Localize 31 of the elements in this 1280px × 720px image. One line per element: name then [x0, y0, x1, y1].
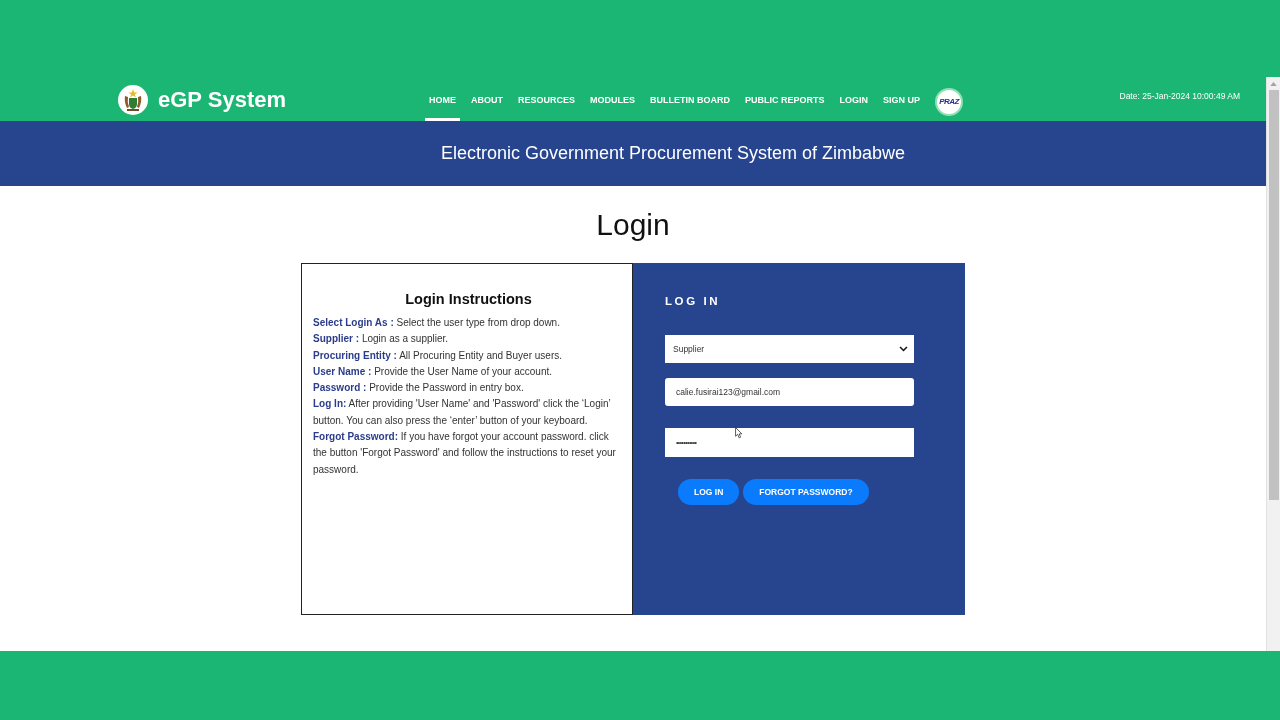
login-form-button[interactable]: FORGOT PASSWORD? [743, 479, 869, 505]
nav-link[interactable]: LOGIN [835, 78, 873, 121]
nav-link[interactable]: BULLETIN BOARD [646, 78, 734, 121]
site-title: eGP System [158, 86, 286, 113]
partner-logo: PRAZ [935, 87, 964, 116]
scrollbar-thumb[interactable] [1268, 90, 1279, 500]
nav-link[interactable]: SIGN UP [879, 78, 925, 121]
instructions-title: Login Instructions [404, 290, 533, 308]
banner-title: Electronic Government Procurement System of Zimbabwe [440, 143, 906, 164]
coat-of-arms-icon [118, 84, 148, 115]
nav-link[interactable]: MODULES [586, 78, 639, 121]
instruction-text: Procuring Entity : All Procuring Entity and Buyer users. [313, 348, 563, 363]
page-heading: Login [596, 207, 670, 243]
scrollbar-track[interactable] [1266, 77, 1280, 651]
instruction-text: Supplier : Login as a supplier. [313, 332, 450, 347]
mouse-pointer-icon [735, 427, 743, 439]
instruction-text: Log In: After providing 'User Name' and 'Password' click the ‘Login’ button. You can also press the ‘enter’ button of your keyboard. [313, 397, 612, 428]
instruction-text: Forgot Password: If you have forgot your account password. click the button 'Forgot Password' and follow the instructions to reset your password. [313, 430, 617, 477]
login-form-button[interactable]: LOG IN [678, 479, 740, 505]
date-time-text: Date: 25-Jan-2024 10:00:49 AM [1119, 90, 1240, 101]
instruction-text: Select Login As : Select the user type from drop down. [313, 316, 561, 330]
username-field[interactable]: calie.fusirai123@gmail.com [665, 378, 914, 406]
chevron-down-icon [899, 346, 908, 352]
nav-link[interactable]: RESOURCES [514, 78, 579, 121]
login-type-select[interactable]: Supplier [665, 335, 914, 363]
instruction-text: Password : Provide the Password in entry box. [313, 381, 525, 396]
nav-link[interactable]: ABOUT [467, 78, 507, 121]
instruction-text: User Name : Provide the User Name of your account. [313, 364, 553, 379]
scroll-up-arrow-icon[interactable] [1270, 82, 1277, 86]
login-title: LOG IN [665, 294, 721, 308]
nav-link[interactable]: PUBLIC REPORTS [741, 78, 829, 121]
